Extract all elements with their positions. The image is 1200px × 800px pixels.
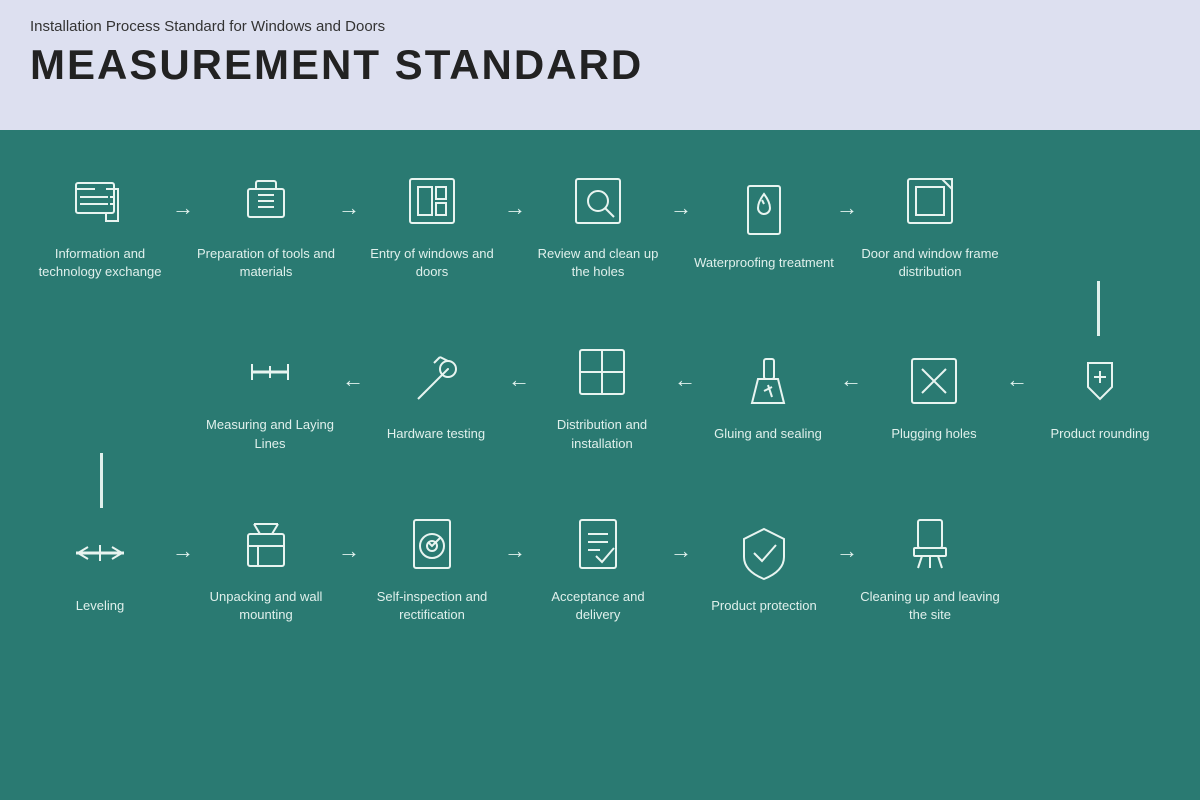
leveling-icon (64, 517, 136, 589)
header: Installation Process Standard for Window… (0, 0, 1200, 130)
waterproofing-icon (728, 174, 800, 246)
step-unpacking: Unpacking and wall mounting (196, 508, 336, 624)
arrow-2: → (338, 195, 360, 221)
arrow-left-5: ← (342, 367, 364, 393)
arrow-1: → (172, 195, 194, 221)
step-label: Leveling (76, 597, 124, 615)
arrow-left-3: ← (674, 367, 696, 393)
step-label: Review and clean up the holes (528, 245, 668, 281)
step-label: Entry of windows and doors (362, 245, 502, 281)
header-title: MEASUREMENT STANDARD (30, 41, 1170, 89)
arrow-row3-3: → (504, 538, 526, 564)
step-frame-distribution: Door and window frame distribution (860, 165, 1000, 281)
step-label: Unpacking and wall mounting (196, 588, 336, 624)
step-waterproofing: Waterproofing treatment (694, 174, 834, 272)
arrow-row3-2: → (338, 538, 360, 564)
step-acceptance: Acceptance and delivery (528, 508, 668, 624)
entry-windows-icon (396, 165, 468, 237)
arrow-row3-4: → (670, 538, 692, 564)
step-hardware-testing: Hardware testing (366, 345, 506, 443)
step-label: Information and technology exchange (30, 245, 170, 281)
step-label: Gluing and sealing (714, 425, 822, 443)
unpacking-icon (230, 508, 302, 580)
step-product-protection: Product protection (694, 517, 834, 615)
arrow-4: → (670, 195, 692, 221)
step-label: Waterproofing treatment (694, 254, 834, 272)
arrow-5: → (836, 195, 858, 221)
step-cleaning-up: Cleaning up and leaving the site (860, 508, 1000, 624)
main-content: Information and technology exchange → Pr… (0, 130, 1200, 800)
step-label: Self-inspection and rectification (362, 588, 502, 624)
cleaning-up-icon (894, 508, 966, 580)
arrow-row3-5: → (836, 538, 858, 564)
step-entry-windows: Entry of windows and doors (362, 165, 502, 281)
arrow-left-1: ← (1006, 367, 1028, 393)
step-label: Acceptance and delivery (528, 588, 668, 624)
hardware-testing-icon (400, 345, 472, 417)
step-plugging-holes: Plugging holes (864, 345, 1004, 443)
step-label: Hardware testing (387, 425, 485, 443)
info-exchange-icon (64, 165, 136, 237)
step-distribution-install: Distribution and installation (532, 336, 672, 452)
arrow-left-4: ← (508, 367, 530, 393)
frame-distribution-icon (894, 165, 966, 237)
process-row-2: Product rounding ← Plugging holes ← Glui… (30, 336, 1170, 452)
step-label: Product protection (711, 597, 817, 615)
step-label: Preparation of tools and materials (196, 245, 336, 281)
self-inspection-icon (396, 508, 468, 580)
step-label: Cleaning up and leaving the site (860, 588, 1000, 624)
distribution-install-icon (566, 336, 638, 408)
step-label: Measuring and Laying Lines (200, 416, 340, 452)
step-preparation: Preparation of tools and materials (196, 165, 336, 281)
product-rounding-icon (1064, 345, 1136, 417)
process-row-1: Information and technology exchange → Pr… (30, 165, 1170, 281)
step-label: Plugging holes (891, 425, 976, 443)
acceptance-icon (562, 508, 634, 580)
product-protection-icon (728, 517, 800, 589)
process-row-3: Leveling → Unpacking and wall mounting →… (30, 508, 1170, 624)
step-label: Distribution and installation (532, 416, 672, 452)
step-info-exchange: Information and technology exchange (30, 165, 170, 281)
step-leveling: Leveling (30, 517, 170, 615)
step-label: Door and window frame distribution (860, 245, 1000, 281)
arrow-row3-1: → (172, 538, 194, 564)
step-label: Product rounding (1050, 425, 1149, 443)
arrow-3: → (504, 195, 526, 221)
review-holes-icon (562, 165, 634, 237)
step-measuring: Measuring and Laying Lines (200, 336, 340, 452)
step-review-holes: Review and clean up the holes (528, 165, 668, 281)
step-self-inspection: Self-inspection and rectification (362, 508, 502, 624)
plugging-holes-icon (898, 345, 970, 417)
header-subtitle: Installation Process Standard for Window… (30, 18, 1170, 35)
measuring-icon (234, 336, 306, 408)
step-product-rounding: Product rounding (1030, 345, 1170, 443)
arrow-left-2: ← (840, 367, 862, 393)
step-gluing: Gluing and sealing (698, 345, 838, 443)
preparation-icon (230, 165, 302, 237)
gluing-icon (732, 345, 804, 417)
